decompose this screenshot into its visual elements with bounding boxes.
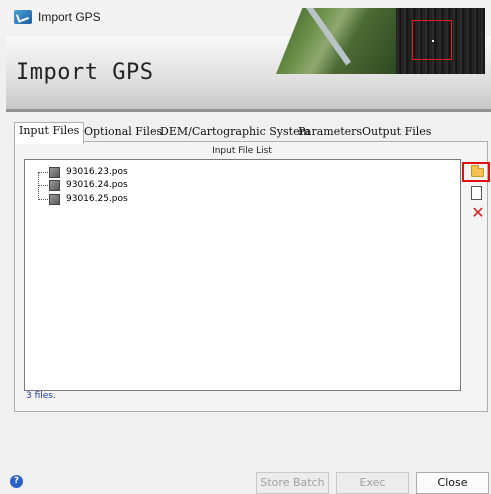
new-document-icon	[471, 186, 482, 200]
file-count-status: 3 files.	[26, 391, 56, 401]
exec-button[interactable]: Exec	[336, 472, 409, 494]
tab-dem-cartographic-system[interactable]: DEM/Cartographic System	[156, 124, 314, 142]
tree-connector	[38, 172, 39, 200]
store-batch-button[interactable]: Store Batch	[256, 472, 329, 494]
close-button[interactable]: Close	[416, 472, 489, 494]
file-name: 93016.24.pos	[66, 180, 128, 190]
help-icon[interactable]: ?	[10, 475, 23, 488]
file-name: 93016.25.pos	[66, 194, 128, 204]
banner-title: Import GPS	[16, 60, 154, 85]
input-file-list-header: Input File List	[212, 146, 272, 156]
thermal-hotspot	[432, 40, 434, 42]
tab-input-files[interactable]: Input Files	[14, 122, 85, 144]
folder-open-icon	[471, 165, 484, 177]
open-files-button[interactable]	[462, 162, 490, 182]
file-icon	[49, 167, 60, 178]
file-icon	[49, 180, 60, 191]
tab-optional-files[interactable]: Optional Files	[80, 124, 166, 142]
window-title: Import GPS	[38, 10, 101, 24]
tab-output-files[interactable]: Output Files	[358, 124, 435, 142]
file-icon	[49, 194, 60, 205]
file-name: 93016.23.pos	[66, 167, 128, 177]
tree-branch	[38, 199, 48, 200]
delete-icon: ✕	[471, 203, 485, 222]
app-icon	[14, 10, 32, 24]
tab-parameters[interactable]: Parameters	[294, 124, 366, 142]
new-list-button[interactable]	[469, 186, 487, 204]
tree-branch	[38, 172, 48, 173]
remove-file-button[interactable]: ✕	[469, 205, 487, 223]
tree-branch	[38, 185, 48, 186]
